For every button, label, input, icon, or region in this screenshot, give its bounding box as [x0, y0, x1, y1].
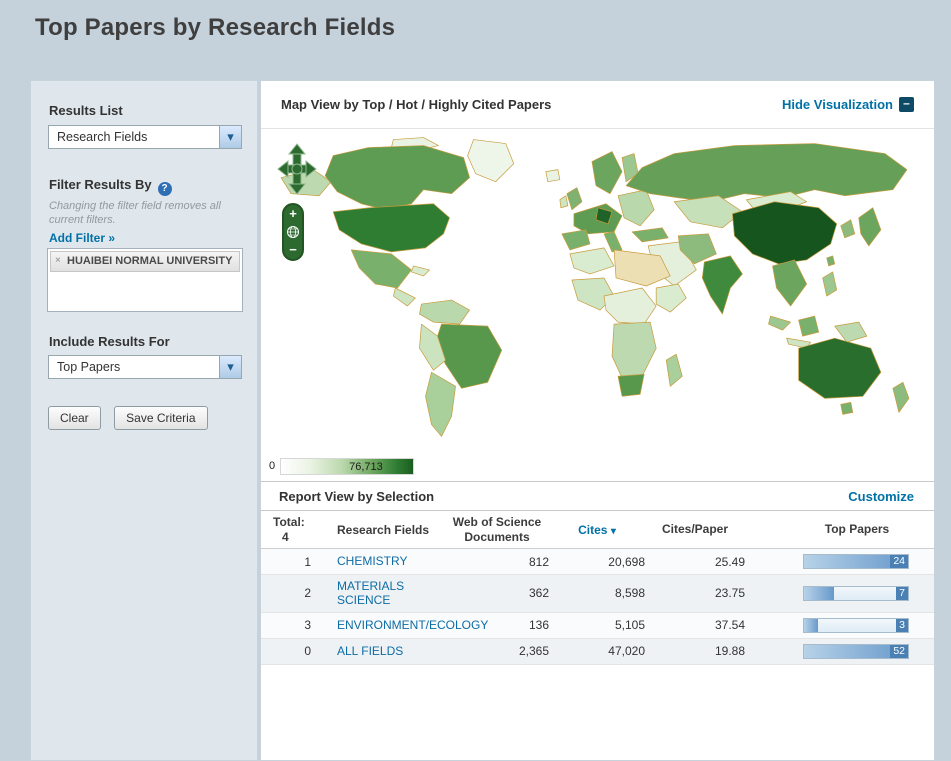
- clear-button[interactable]: Clear: [48, 406, 101, 430]
- row-bar-value: 24: [890, 555, 908, 568]
- table-row: 3 ENVIRONMENT/ECOLOGY 136 5,105 37.54 3: [261, 612, 934, 639]
- filter-chip[interactable]: × HUAIBEI NORMAL UNIVERSITY: [50, 251, 240, 273]
- pan-down-icon: [287, 183, 307, 195]
- filter-results-label-text: Filter Results By: [49, 177, 152, 192]
- sort-desc-icon: ▾: [610, 525, 616, 537]
- filter-note: Changing the filter field removes all cu…: [49, 200, 221, 227]
- row-docs: 812: [528, 554, 549, 569]
- row-docs: 136: [528, 618, 549, 633]
- row-field-link[interactable]: MATERIALS SCIENCE: [337, 579, 445, 608]
- map-legend: 0 76,713: [261, 451, 934, 481]
- zoom-out-icon[interactable]: −: [289, 243, 297, 256]
- active-filters-box: × HUAIBEI NORMAL UNIVERSITY: [47, 248, 243, 312]
- column-cites-label: Cites: [578, 522, 608, 537]
- filter-results-label: Filter Results By?: [49, 177, 172, 196]
- add-filter-link[interactable]: Add Filter »: [49, 231, 115, 245]
- row-rank: 2: [304, 586, 311, 601]
- total-label: Total:: [273, 514, 305, 529]
- column-cites-sortable[interactable]: Cites ▾: [549, 523, 645, 537]
- customize-link[interactable]: Customize: [848, 489, 914, 504]
- legend-gradient: 76,713: [280, 457, 415, 475]
- chevron-down-icon[interactable]: ▾: [219, 126, 241, 148]
- include-results-dropdown[interactable]: Top Papers ▾: [48, 355, 242, 379]
- row-cpp: 37.54: [714, 618, 745, 633]
- visualization-header: Map View by Top / Hot / Highly Cited Pap…: [261, 81, 934, 129]
- zoom-in-icon[interactable]: +: [289, 207, 297, 220]
- pan-left-icon: [277, 159, 289, 179]
- row-cpp: 19.88: [714, 644, 745, 659]
- row-field-link[interactable]: ALL FIELDS: [337, 644, 403, 658]
- row-rank: 1: [304, 554, 311, 569]
- column-cites-per-paper[interactable]: Cites/Paper: [645, 522, 745, 537]
- top-papers-bar: 24: [803, 554, 909, 569]
- results-list-selected: Research Fields: [57, 130, 148, 144]
- row-bar-value: 3: [896, 618, 908, 632]
- legend-min-value: 0: [269, 460, 276, 472]
- row-cpp: 25.49: [714, 554, 745, 569]
- row-cpp: 23.75: [714, 586, 745, 601]
- row-bar-value: 7: [896, 586, 908, 600]
- save-criteria-button[interactable]: Save Criteria: [114, 406, 208, 430]
- include-results-selected: Top Papers: [57, 360, 121, 374]
- row-cites: 47,020: [608, 644, 645, 659]
- row-bar-value: 52: [890, 644, 908, 658]
- row-docs: 362: [528, 586, 549, 601]
- table-row: 2 MATERIALS SCIENCE 362 8,598 23.75 7: [261, 575, 934, 613]
- legend-max-value: 76,713: [349, 460, 383, 473]
- chevron-down-icon[interactable]: ▾: [219, 356, 241, 378]
- row-cites: 20,698: [608, 554, 645, 569]
- page-title: Top Papers by Research Fields: [35, 14, 396, 41]
- remove-filter-icon[interactable]: ×: [55, 255, 61, 267]
- top-papers-bar: 52: [803, 643, 909, 659]
- row-cites: 5,105: [614, 618, 645, 633]
- table-row: 1 CHEMISTRY 812 20,698 25.49 24: [261, 549, 934, 575]
- pan-right-icon: [305, 159, 317, 179]
- table-header-row: Total: 4 Research Fields Web of Science …: [261, 511, 934, 549]
- world-map-area: + −: [261, 129, 934, 451]
- include-results-label: Include Results For: [49, 334, 170, 349]
- globe-icon[interactable]: [286, 225, 300, 239]
- total-count: Total: 4: [261, 515, 317, 545]
- main-panel: Map View by Top / Hot / Highly Cited Pap…: [260, 80, 935, 761]
- question-icon[interactable]: ?: [157, 182, 172, 196]
- row-rank: 3: [304, 618, 311, 633]
- column-top-papers[interactable]: Top Papers: [803, 522, 911, 537]
- map-zoom-control[interactable]: + −: [282, 203, 304, 261]
- column-wos-documents[interactable]: Web of Science Documents: [445, 515, 549, 545]
- results-list-dropdown[interactable]: Research Fields ▾: [48, 125, 242, 149]
- table-row: 0 ALL FIELDS 2,365 47,020 19.88 52: [261, 638, 934, 665]
- countries[interactable]: [280, 137, 910, 437]
- row-field-link[interactable]: CHEMISTRY: [337, 554, 407, 568]
- map-pan-control[interactable]: [277, 143, 317, 197]
- column-research-fields: Research Fields: [337, 522, 430, 537]
- row-rank: 0: [304, 644, 311, 659]
- row-cites: 8,598: [614, 586, 645, 601]
- results-list-label: Results List: [49, 103, 123, 118]
- report-view-title: Report View by Selection: [279, 488, 435, 504]
- sidebar-buttons: Clear Save Criteria: [48, 406, 217, 430]
- hide-visualization-link[interactable]: Hide Visualization –: [782, 97, 914, 112]
- world-map[interactable]: [273, 137, 925, 439]
- top-papers-bar: 7: [803, 585, 909, 601]
- row-bar-fill: [804, 586, 835, 600]
- filter-chip-label: HUAIBEI NORMAL UNIVERSITY: [67, 255, 233, 267]
- report-header: Report View by Selection Customize: [261, 481, 934, 511]
- minus-icon[interactable]: –: [899, 97, 914, 112]
- hide-visualization-label: Hide Visualization: [781, 97, 893, 112]
- filter-sidebar: Results List Research Fields ▾ Filter Re…: [30, 80, 258, 761]
- top-papers-bar: 3: [803, 617, 909, 633]
- report-table-body: 1 CHEMISTRY 812 20,698 25.49 24 2 MATERI…: [261, 549, 934, 665]
- pan-up-icon: [287, 143, 307, 155]
- total-value: 4: [282, 529, 289, 544]
- row-bar-fill: [804, 618, 818, 632]
- row-docs: 2,365: [518, 644, 549, 659]
- map-view-title: Map View by Top / Hot / Highly Cited Pap…: [281, 97, 552, 112]
